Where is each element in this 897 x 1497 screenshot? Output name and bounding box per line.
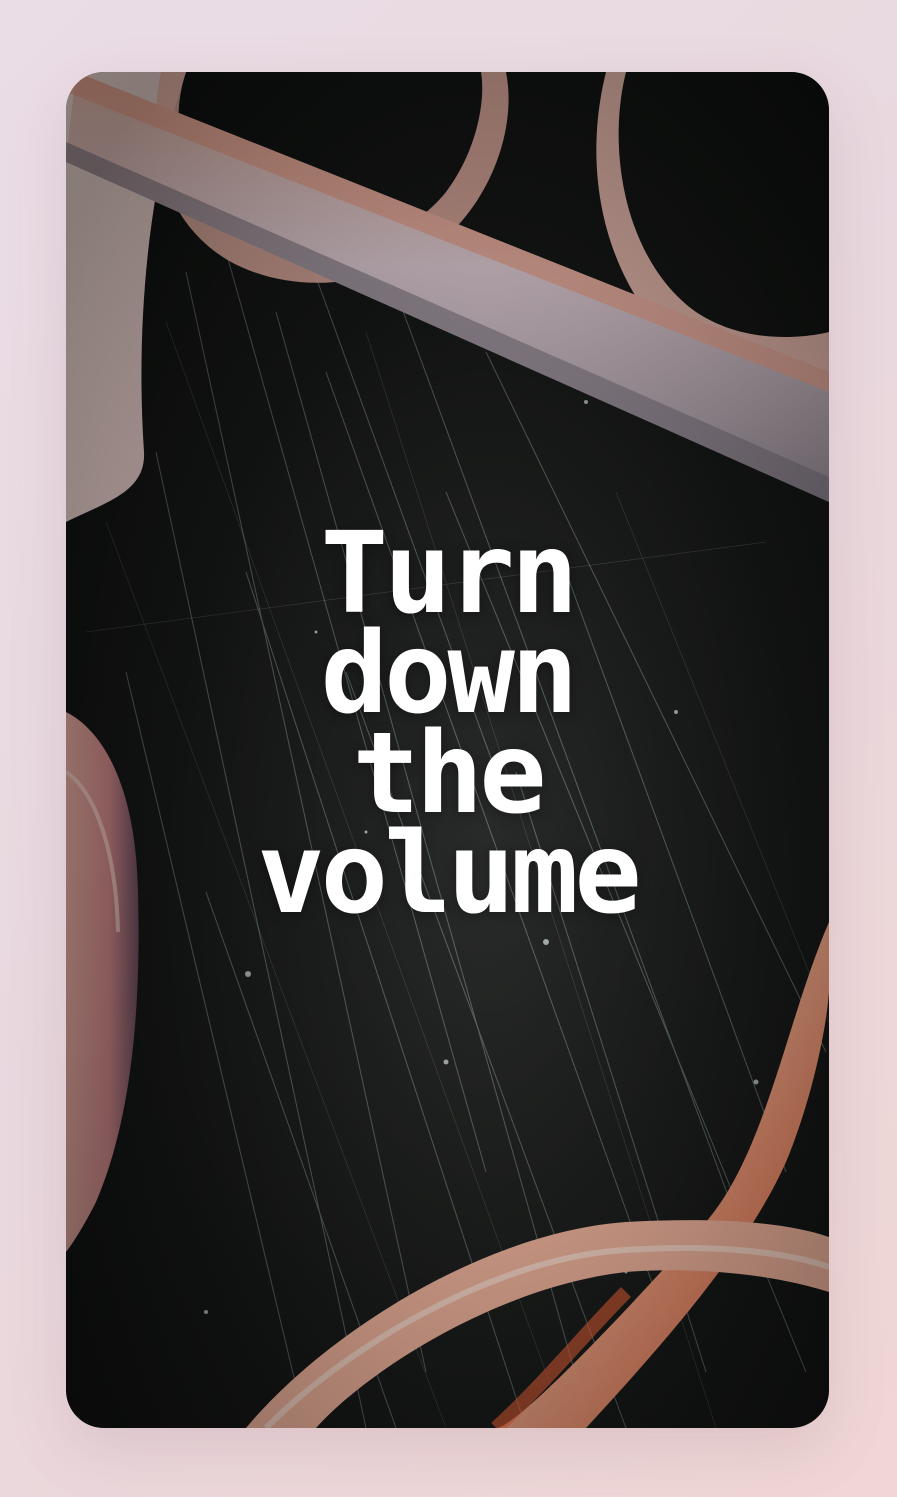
headline: Turn down the volume <box>66 518 829 939</box>
headline-line-4: volume <box>257 809 642 939</box>
poster-card: Turn down the volume <box>66 72 829 1428</box>
